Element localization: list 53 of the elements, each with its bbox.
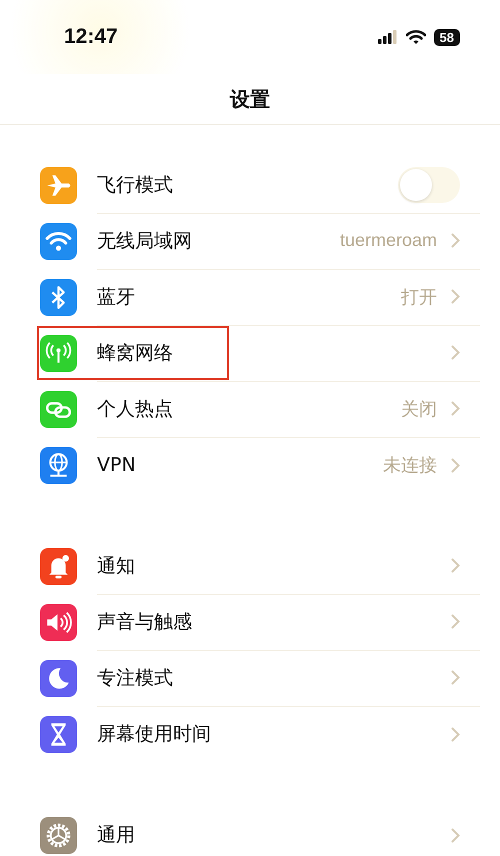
settings-row[interactable]: 个人热点 关闭	[37, 381, 480, 437]
page-title: 设置	[230, 86, 270, 112]
row-label: 蓝牙	[97, 284, 136, 310]
settings-row[interactable]: 通知	[37, 538, 480, 594]
settings-row[interactable]: VPN 未连接	[37, 437, 480, 493]
chevron-icon	[451, 233, 460, 248]
settings-row[interactable]: 无线局域网 tuermeroam	[37, 213, 480, 269]
row-label: 个人热点	[97, 396, 174, 422]
chevron-icon	[451, 558, 460, 573]
settings-row[interactable]: 飞行模式	[37, 157, 480, 213]
chevron-icon	[451, 828, 460, 842]
row-label: 飞行模式	[97, 172, 174, 198]
gear-icon	[40, 816, 77, 854]
settings-row[interactable]: 屏幕使用时间	[37, 706, 480, 762]
row-value: tuermeroam	[340, 230, 437, 251]
row-label: 无线局域网	[97, 228, 193, 254]
bell-icon	[40, 548, 77, 584]
chevron-icon	[451, 458, 460, 472]
chevron-icon	[451, 345, 460, 360]
battery-indicator: 58	[434, 28, 460, 46]
row-label: 通用	[97, 823, 136, 848]
settings-row[interactable]: 声音与触感	[37, 594, 480, 650]
row-label: 蜂窝网络	[97, 340, 174, 366]
chevron-icon	[451, 401, 460, 416]
signal-icon	[378, 30, 398, 44]
chevron-icon	[451, 614, 460, 629]
settings-row[interactable]: 通用	[37, 807, 480, 856]
row-label: 屏幕使用时间	[97, 722, 212, 747]
wifi-icon	[40, 222, 77, 260]
chevron-icon	[451, 726, 460, 742]
toggle-switch[interactable]	[398, 166, 460, 202]
hourglass-icon	[40, 716, 77, 752]
bluetooth-icon	[40, 278, 77, 316]
link-icon	[40, 390, 77, 428]
row-label: 声音与触感	[97, 610, 193, 634]
row-label: 通知	[97, 554, 136, 578]
status-time: 12:47	[64, 25, 118, 49]
settings-row[interactable]: 专注模式	[37, 650, 480, 706]
antenna-icon	[40, 334, 77, 372]
moon-icon	[40, 660, 77, 696]
speaker-icon	[40, 604, 77, 640]
chevron-icon	[451, 670, 460, 685]
row-label: VPN	[97, 454, 137, 476]
settings-row[interactable]: 蜂窝网络	[37, 325, 480, 381]
wifi-icon	[406, 30, 426, 44]
airplane-icon	[40, 166, 77, 204]
globe-icon	[40, 446, 77, 484]
row-value: 未连接	[383, 454, 437, 477]
settings-row[interactable]: 蓝牙 打开	[37, 269, 480, 325]
row-label: 专注模式	[97, 666, 174, 690]
row-value: 关闭	[401, 398, 437, 420]
row-value: 打开	[401, 286, 437, 308]
chevron-icon	[451, 289, 460, 304]
